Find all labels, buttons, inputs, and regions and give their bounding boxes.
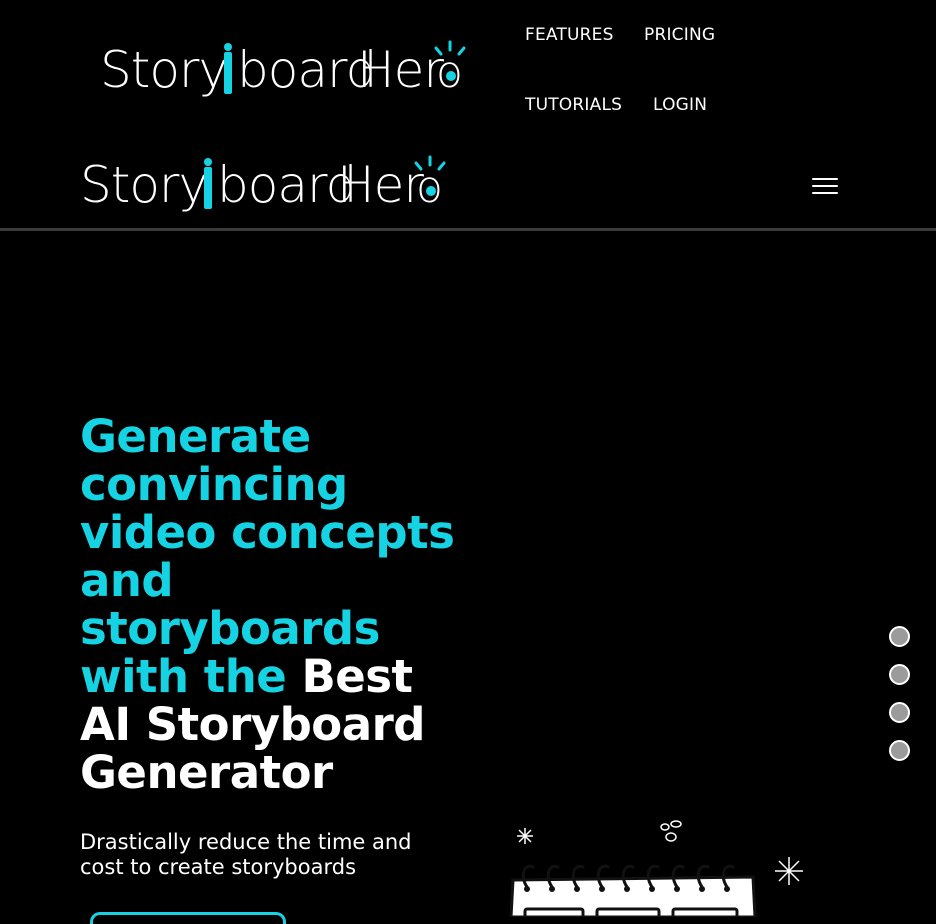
storyboard-notepad-illustration	[505, 815, 815, 917]
section-dot-icon[interactable]	[889, 702, 910, 723]
logo-lightbulb-icon: o	[414, 155, 446, 213]
section-dot-icon[interactable]	[889, 626, 910, 647]
logo-text-her: Her	[357, 41, 444, 99]
nav-pricing[interactable]: PRICING	[644, 25, 715, 45]
logo-pencil-icon	[224, 52, 232, 94]
logo-text-board: board	[217, 156, 356, 214]
sticky-logo-link[interactable]: Story board Her o	[80, 155, 450, 215]
logo-link[interactable]: Story board Her o	[100, 40, 470, 100]
nav-login[interactable]: LOGIN	[653, 95, 707, 115]
hero-title: Generate convincing video concepts and s…	[80, 413, 470, 797]
svg-text:board: board	[217, 156, 356, 214]
logo-pencil-icon	[204, 167, 212, 209]
cta-button[interactable]	[90, 912, 286, 924]
storyboardhero-logo: Story board Her o	[100, 40, 466, 99]
bubbles-icon	[660, 820, 682, 842]
logo-text-story: Story	[80, 156, 207, 214]
storyboardhero-logo: Story board Her o	[80, 155, 446, 214]
svg-text:Story: Story	[100, 41, 227, 99]
top-header: Story board Her o FEATURES PRICING TUTOR…	[0, 0, 936, 140]
hamburger-menu-icon[interactable]	[812, 175, 840, 197]
svg-text:Story: Story	[80, 156, 207, 214]
logo-lightbulb-icon: o	[434, 40, 466, 98]
nav-tutorials[interactable]: TUTORIALS	[525, 95, 622, 115]
svg-text:board: board	[237, 41, 376, 99]
hero-subtitle: Drastically reduce the time and cost to …	[80, 830, 412, 879]
sparkle-icon	[517, 828, 533, 844]
sparkle-icon	[775, 857, 803, 885]
svg-text:Her: Her	[357, 41, 444, 99]
logo-text-board: board	[237, 41, 376, 99]
svg-text:Her: Her	[337, 156, 424, 214]
section-dot-icon[interactable]	[889, 664, 910, 685]
logo-text-her: Her	[337, 156, 424, 214]
section-dots-nav	[889, 626, 911, 766]
section-dot-icon[interactable]	[889, 740, 910, 761]
nav-features[interactable]: FEATURES	[525, 25, 614, 45]
logo-text-story: Story	[100, 41, 227, 99]
